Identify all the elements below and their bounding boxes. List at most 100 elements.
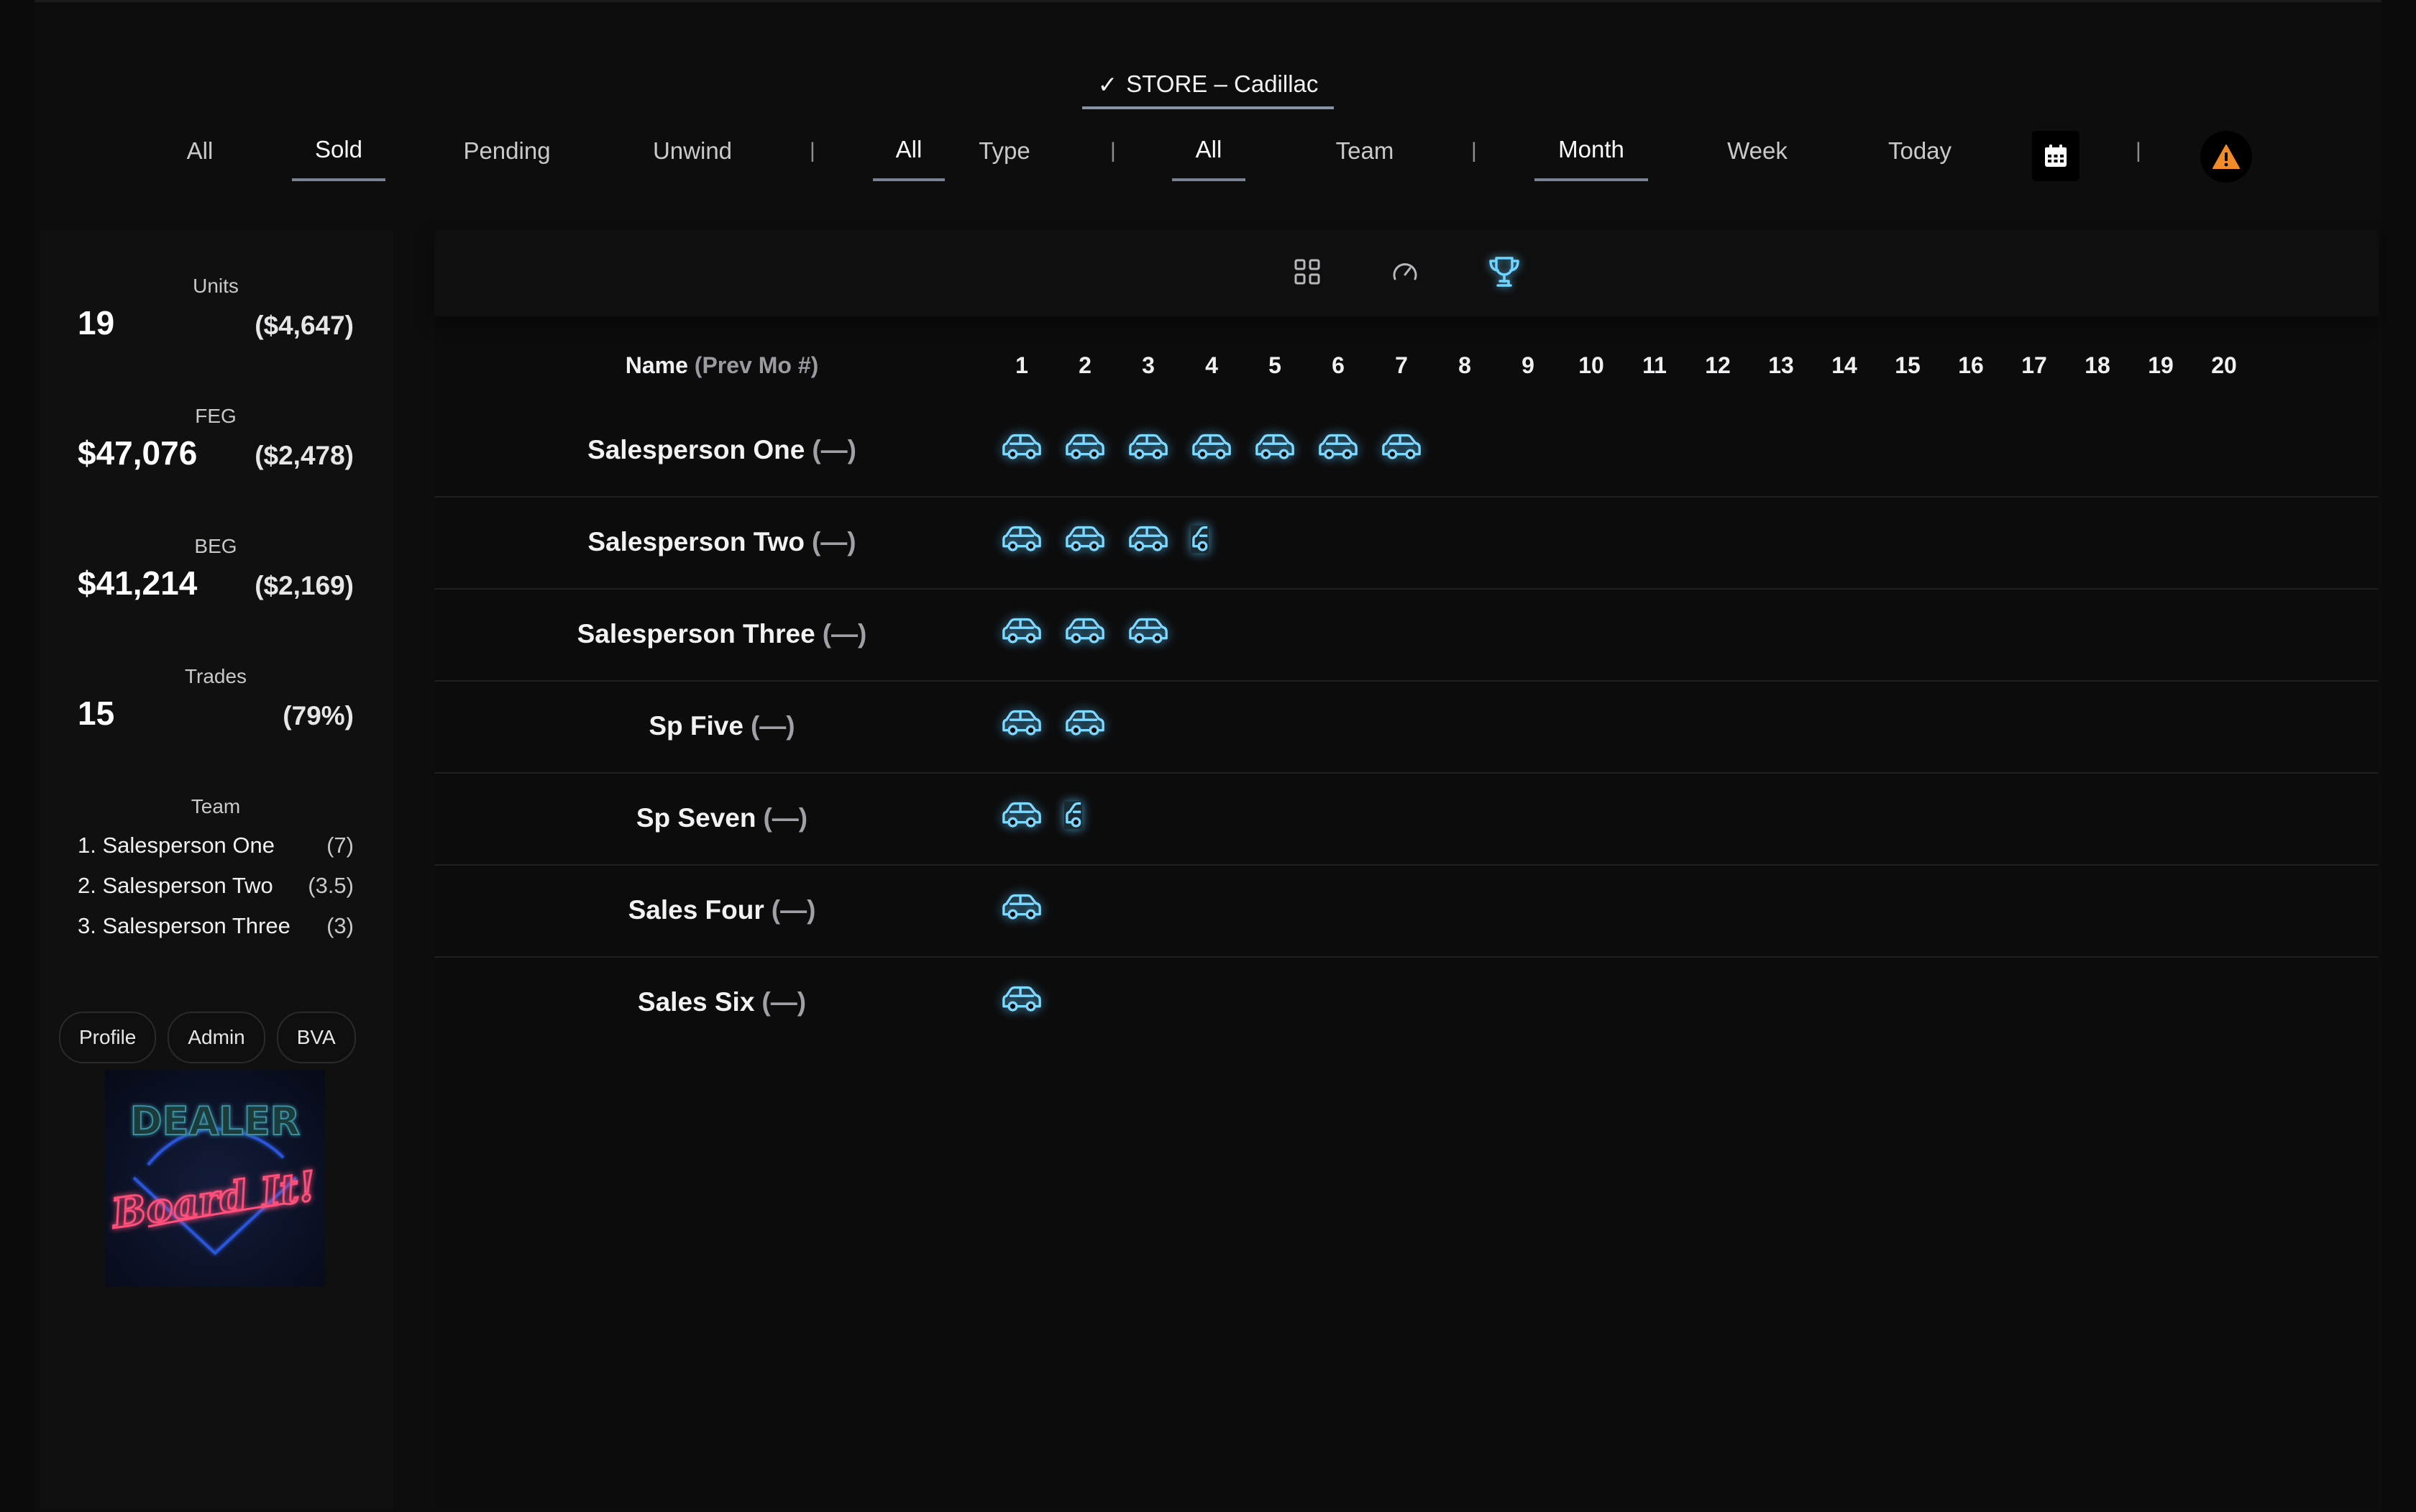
salesperson-name: Salesperson One: [587, 435, 805, 464]
unit-car-icon: [1001, 525, 1043, 554]
stat-sub-value: ($2,478): [255, 441, 354, 470]
unit-column-header: 5: [1268, 352, 1281, 378]
stat-label: Units: [193, 275, 239, 297]
salesperson-name-cell: Sp Five (—): [434, 680, 1010, 772]
store-label: STORE – Cadillac: [1126, 70, 1319, 97]
salesperson-row[interactable]: Sp Five (—): [434, 680, 2379, 774]
filter-separator: |: [810, 139, 815, 162]
logo-top-text: DEALER: [130, 1099, 300, 1144]
grid-icon: [1294, 259, 1320, 285]
team-member-name: 3. Salesperson Three: [78, 913, 290, 938]
unit-column-header: 14: [1831, 352, 1857, 378]
salesperson-name-cell: Salesperson One (—): [434, 404, 1010, 496]
unit-column-header: 11: [1642, 352, 1667, 378]
unit-column-header: 19: [2148, 352, 2174, 378]
salesperson-row[interactable]: Salesperson Three (—): [434, 588, 2379, 682]
trophy-icon: [1489, 257, 1519, 287]
filter-team-all[interactable]: All: [1172, 121, 1245, 181]
unit-car-icon: [1191, 433, 1232, 462]
team-member-count: (7): [326, 833, 354, 858]
sidebar-buttons: Profile Admin BVA: [59, 1012, 356, 1063]
team-member: 3. Salesperson Three (3): [78, 906, 354, 946]
stat-value: $41,214: [78, 564, 198, 602]
team-member-count: (3.5): [308, 873, 354, 898]
board-header: Name (Prev Mo #) 1 2 3 4 5 6 7 8 9 10 11 12 13 14 15 16…: [434, 352, 2379, 394]
warning-button[interactable]: [2200, 131, 2252, 183]
unit-car-icon: [1064, 433, 1106, 462]
unit-car-icon: [1064, 709, 1106, 738]
unit-column-header: 2: [1079, 352, 1092, 378]
filter-team[interactable]: Team: [1327, 121, 1402, 181]
unit-column-header: 16: [1958, 352, 1984, 378]
unit-column-header: 6: [1332, 352, 1345, 378]
team-member-name: 1. Salesperson One: [78, 833, 275, 858]
unit-car-icon: [1254, 433, 1296, 462]
unit-column-header: 7: [1395, 352, 1408, 378]
salesperson-row[interactable]: Sp Seven (—): [434, 772, 2379, 866]
filter-period-month[interactable]: Month: [1534, 121, 1648, 181]
prev-month-count: (—): [811, 527, 856, 556]
filter-separator: |: [1110, 139, 1116, 162]
stat-units: Units 19 ($4,647): [78, 275, 354, 342]
salesperson-row[interactable]: Salesperson Two (—): [434, 496, 2379, 590]
unit-column-header: 15: [1895, 352, 1921, 378]
unit-column-header: 3: [1142, 352, 1155, 378]
prev-month-count: (—): [763, 803, 808, 833]
calendar-button[interactable]: [2032, 131, 2079, 181]
team-title: Team: [191, 795, 241, 817]
filter-period-week[interactable]: Week: [1721, 121, 1793, 181]
store-selector[interactable]: ✓ STORE – Cadillac: [1082, 62, 1334, 109]
prev-month-count: (—): [761, 987, 807, 1017]
salesperson-row[interactable]: Sales Four (—): [434, 864, 2379, 958]
unit-car-icon: [1127, 617, 1169, 646]
salesperson-row[interactable]: Salesperson One (—): [434, 404, 2379, 498]
team-member-name: 2. Salesperson Two: [78, 873, 273, 898]
gauge-icon: [1393, 263, 1417, 280]
filter-status-pending[interactable]: Pending: [453, 121, 561, 181]
unit-column-header: 17: [2021, 352, 2047, 378]
profile-button[interactable]: Profile: [59, 1012, 157, 1063]
half-unit-car-icon: [1064, 801, 1106, 830]
salesperson-name: Sales Six: [637, 987, 755, 1017]
unit-car-icon: [1381, 433, 1422, 462]
prev-month-count: (—): [771, 895, 816, 925]
filter-period-today[interactable]: Today: [1884, 121, 1956, 181]
filter-separator: |: [1471, 139, 1477, 162]
unit-car-icon: [1127, 433, 1169, 462]
filter-type[interactable]: Type: [972, 121, 1037, 181]
dealer-board-it-logo: DEALER Board It!: [105, 1070, 325, 1287]
unit-column-header: 13: [1768, 352, 1794, 378]
name-column-header: Name (Prev Mo #): [434, 352, 1010, 379]
unit-car-icon: [1064, 525, 1106, 554]
stat-value: 15: [78, 695, 115, 732]
unit-car-icon: [1001, 801, 1043, 830]
stat-label: Trades: [184, 665, 247, 687]
gauge-view-button[interactable]: [1385, 252, 1425, 292]
trophy-view-button[interactable]: [1484, 252, 1524, 292]
warning-icon: [2213, 145, 2240, 169]
team-member: 1. Salesperson One (7): [78, 825, 354, 866]
unit-car-icon: [1001, 709, 1043, 738]
unit-column-header: 18: [2085, 352, 2110, 378]
filter-type-all[interactable]: All: [873, 121, 945, 181]
unit-column-header: 12: [1705, 352, 1731, 378]
salesperson-name-cell: Sp Seven (—): [434, 772, 1010, 864]
unit-car-icon: [1317, 433, 1359, 462]
salesperson-row[interactable]: Sales Six (—): [434, 956, 2379, 1048]
prev-month-header-label: (Prev Mo #): [694, 352, 819, 378]
filter-status-all[interactable]: All: [178, 121, 221, 181]
filter-status-sold[interactable]: Sold: [292, 121, 385, 181]
stat-label: BEG: [194, 535, 237, 557]
filter-status-unwind[interactable]: Unwind: [646, 121, 739, 181]
unit-column-header: 8: [1458, 352, 1471, 378]
grid-view-button[interactable]: [1287, 252, 1327, 292]
bva-button[interactable]: BVA: [276, 1012, 356, 1063]
unit-column-header: 9: [1522, 352, 1534, 378]
salesperson-name: Salesperson Two: [587, 527, 805, 556]
salesperson-name: Sp Five: [649, 711, 743, 741]
prev-month-count: (—): [822, 619, 867, 649]
stat-sub-value: (79%): [283, 701, 354, 730]
stat-label: FEG: [195, 405, 237, 427]
stat-beg: BEG $41,214 ($2,169): [78, 535, 354, 602]
admin-button[interactable]: Admin: [168, 1012, 265, 1063]
